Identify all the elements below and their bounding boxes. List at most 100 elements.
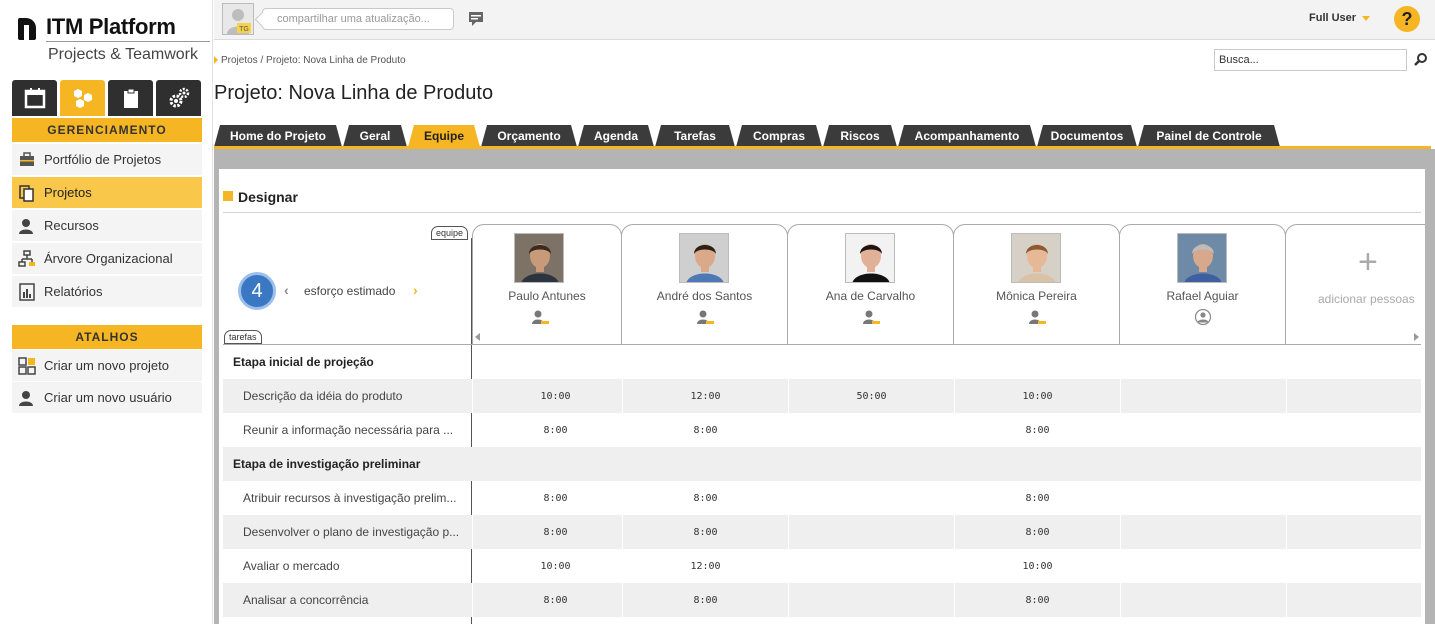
effort-cell[interactable]: 8:00 bbox=[472, 583, 638, 617]
tab-home[interactable]: Home do Projeto bbox=[214, 125, 342, 147]
unassigned-user-icon[interactable] bbox=[1194, 309, 1212, 325]
tab-tasks[interactable]: Tarefas bbox=[655, 125, 735, 147]
module-tab-calendar[interactable] bbox=[12, 80, 57, 116]
sidebar-item-resources[interactable]: Recursos bbox=[12, 210, 202, 242]
team-member-card[interactable]: André dos Santos bbox=[621, 224, 788, 345]
avatar-icon: TG bbox=[227, 9, 251, 34]
effort-cell[interactable] bbox=[1120, 413, 1286, 447]
breadcrumb[interactable]: Projetos / Projeto: Nova Linha de Produt… bbox=[214, 55, 406, 66]
tab-budget[interactable]: Orçamento bbox=[481, 125, 577, 147]
effort-cell[interactable] bbox=[1286, 413, 1421, 447]
team-member-card[interactable]: Mônica Pereira bbox=[953, 224, 1120, 345]
shortcut-new-user[interactable]: Criar um novo usuário bbox=[12, 382, 202, 414]
sidebar-item-org-tree[interactable]: Árvore Organizacional bbox=[12, 243, 202, 275]
assigned-user-icon[interactable] bbox=[862, 309, 880, 325]
effort-cell[interactable]: 10:00 bbox=[472, 379, 638, 413]
effort-cell[interactable]: 8:00 bbox=[622, 583, 788, 617]
effort-cell[interactable] bbox=[1286, 379, 1421, 413]
shortcut-new-project[interactable]: Criar um novo projeto bbox=[12, 350, 202, 382]
effort-cell[interactable] bbox=[1120, 515, 1286, 549]
effort-cell[interactable]: 8:00 bbox=[954, 583, 1120, 617]
team-member-card[interactable]: Rafael Aguiar bbox=[1119, 224, 1286, 345]
tab-schedule[interactable]: Agenda bbox=[578, 125, 654, 147]
task-name[interactable]: Atribuir recursos à investigação prelim.… bbox=[223, 481, 471, 515]
tab-risks[interactable]: Riscos bbox=[823, 125, 897, 147]
effort-cell[interactable] bbox=[788, 549, 954, 583]
effort-cell[interactable]: 8:00 bbox=[622, 481, 788, 515]
effort-cell[interactable]: 8:00 bbox=[622, 413, 788, 447]
portrait-icon bbox=[846, 234, 894, 282]
metric-prev-button[interactable]: ‹ bbox=[284, 282, 289, 298]
member-photo bbox=[1011, 233, 1061, 283]
effort-cell[interactable]: 8:00 bbox=[622, 515, 788, 549]
effort-cell[interactable]: 8:00 bbox=[472, 413, 638, 447]
effort-cell[interactable] bbox=[1120, 583, 1286, 617]
effort-cell[interactable]: 8:00 bbox=[954, 515, 1120, 549]
effort-cell[interactable] bbox=[1120, 481, 1286, 515]
scroll-left-icon[interactable] bbox=[475, 333, 480, 341]
metric-next-button[interactable]: › bbox=[413, 282, 418, 298]
effort-cell[interactable] bbox=[1120, 549, 1286, 583]
member-name: Rafael Aguiar bbox=[1166, 289, 1239, 303]
module-tab-settings[interactable] bbox=[156, 80, 201, 116]
effort-cell[interactable] bbox=[1120, 379, 1286, 413]
task-name[interactable]: Descrição da idéia do produto bbox=[223, 379, 471, 413]
effort-cell[interactable]: 8:00 bbox=[472, 515, 638, 549]
effort-cell[interactable]: 8:00 bbox=[954, 481, 1120, 515]
help-button[interactable]: ? bbox=[1394, 6, 1420, 32]
assigned-user-icon[interactable] bbox=[531, 309, 549, 325]
effort-cell[interactable]: 10:00 bbox=[954, 549, 1120, 583]
team-member-card[interactable]: Ana de Carvalho bbox=[787, 224, 954, 345]
task-name[interactable]: Reunir a informação necessária para ... bbox=[223, 413, 471, 447]
team-member-card[interactable]: Paulo Antunes bbox=[472, 224, 622, 345]
management-section-title: GERENCIAMENTO bbox=[12, 118, 202, 142]
task-name[interactable]: Avaliar o mercado bbox=[223, 549, 471, 583]
assigned-user-icon[interactable] bbox=[696, 309, 714, 325]
status-update-input[interactable]: compartilhar uma atualização... bbox=[262, 8, 454, 30]
phase-name: Etapa de investigação preliminar bbox=[233, 457, 421, 471]
plus-icon: + bbox=[1358, 243, 1378, 281]
user-menu[interactable]: Full User bbox=[1309, 12, 1371, 24]
scroll-right-icon[interactable] bbox=[1414, 333, 1419, 341]
effort-cell[interactable] bbox=[1286, 515, 1421, 549]
task-name[interactable]: Desenvolver o plano de investigação p... bbox=[223, 515, 471, 549]
brand-logo[interactable]: ITM Platform Projects & Teamwork bbox=[18, 14, 210, 70]
search-input[interactable]: Busca... bbox=[1214, 49, 1407, 71]
new-project-icon bbox=[18, 357, 36, 375]
effort-cell[interactable] bbox=[1286, 481, 1421, 515]
effort-cell[interactable] bbox=[1286, 583, 1421, 617]
tab-general[interactable]: Geral bbox=[343, 125, 407, 147]
effort-cell[interactable]: 10:00 bbox=[954, 379, 1120, 413]
effort-cell[interactable] bbox=[788, 515, 954, 549]
assigned-user-icon[interactable] bbox=[1028, 309, 1046, 325]
tab-documents[interactable]: Documentos bbox=[1037, 125, 1137, 147]
sidebar-item-label: Recursos bbox=[44, 218, 99, 233]
effort-cell[interactable]: 10:00 bbox=[472, 549, 638, 583]
member-photo bbox=[514, 233, 564, 283]
sidebar-item-portfolio[interactable]: Portfólio de Projetos bbox=[12, 144, 202, 176]
search-icon[interactable] bbox=[1414, 52, 1428, 66]
module-tab-tasks[interactable] bbox=[108, 80, 153, 116]
effort-cell[interactable]: 50:00 bbox=[788, 379, 954, 413]
add-people-button[interactable]: + adicionar pessoas bbox=[1285, 224, 1425, 345]
tab-team[interactable]: Equipe bbox=[408, 125, 480, 147]
sidebar-item-reports[interactable]: Relatórios bbox=[12, 276, 202, 308]
effort-cell[interactable] bbox=[788, 583, 954, 617]
share-update-icon[interactable] bbox=[468, 10, 486, 28]
effort-cell[interactable] bbox=[788, 481, 954, 515]
task-name[interactable]: Analisar a concorrência bbox=[223, 583, 471, 617]
module-tab-projects[interactable] bbox=[60, 80, 105, 116]
phase-name: Etapa inicial de projeção bbox=[233, 355, 374, 369]
tab-tracking[interactable]: Acompanhamento bbox=[898, 125, 1036, 147]
tab-dashboard[interactable]: Painel de Controle bbox=[1138, 125, 1280, 147]
brand-name: ITM Platform bbox=[46, 14, 176, 39]
current-user-avatar[interactable]: TG bbox=[222, 3, 254, 35]
sidebar-item-projects[interactable]: Projetos bbox=[12, 177, 202, 209]
effort-cell[interactable] bbox=[788, 413, 954, 447]
effort-cell[interactable]: 8:00 bbox=[954, 413, 1120, 447]
effort-cell[interactable]: 8:00 bbox=[472, 481, 638, 515]
effort-cell[interactable]: 12:00 bbox=[622, 549, 788, 583]
effort-cell[interactable] bbox=[1286, 549, 1421, 583]
tab-purchases[interactable]: Compras bbox=[736, 125, 822, 147]
effort-cell[interactable]: 12:00 bbox=[622, 379, 788, 413]
